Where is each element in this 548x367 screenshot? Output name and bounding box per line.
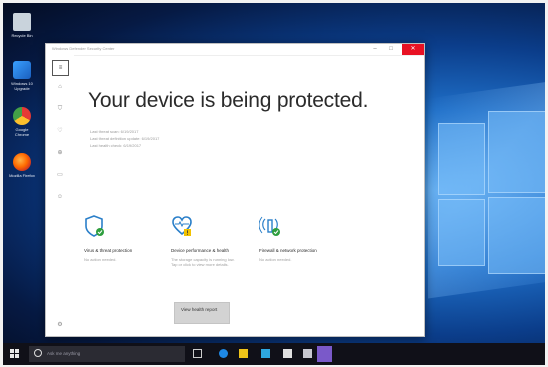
desktop-icon-firefox[interactable]: Mozilla Firefox — [8, 153, 36, 178]
minimize-button[interactable]: – — [368, 44, 382, 55]
taskbar-search-box[interactable]: Ask me anything — [29, 346, 185, 362]
desktop: Recycle Bin Windows 10 Upgrade Google Ch… — [3, 3, 545, 343]
tile-title: Virus & threat protection — [84, 248, 133, 253]
tile-device-performance-health[interactable]: Device performance & health The storage … — [171, 214, 241, 267]
status-line: Last threat definition update: 6/19/2017 — [90, 136, 160, 141]
recycle-bin-icon — [13, 13, 31, 31]
shield-check-icon — [84, 214, 106, 238]
desktop-icon-windows-upgrade[interactable]: Windows 10 Upgrade — [8, 61, 36, 91]
edge-browser-icon[interactable] — [219, 349, 228, 358]
desktop-icon-label: Windows 10 Upgrade — [11, 81, 33, 91]
app-browser-icon[interactable]: ▭ — [55, 171, 65, 179]
task-view-icon[interactable] — [193, 349, 202, 358]
page-title: Your device is being protected. — [88, 89, 369, 112]
wallpaper-pane — [438, 123, 485, 195]
desktop-icon-chrome[interactable]: Google Chrome — [8, 107, 36, 137]
tile-firewall-network-protection[interactable]: Firewall & network protection No action … — [258, 214, 329, 262]
maximize-button[interactable]: □ — [384, 44, 398, 55]
tile-title: Firewall & network protection — [259, 248, 317, 253]
shield-icon[interactable]: ⛉ — [55, 105, 65, 113]
sidebar: ≡ ⌂ ⛉ ♡ ⊕ ▭ ☺ ⚙ — [46, 55, 74, 336]
wireless-check-icon — [258, 214, 281, 238]
firefox-icon — [13, 153, 31, 171]
tile-subtitle: The storage capacity is running low. Tap… — [171, 257, 235, 267]
tile-subtitle: No action needed. — [84, 257, 117, 262]
network-icon[interactable]: ⊕ — [55, 149, 65, 157]
wallpaper-pane — [438, 199, 485, 266]
hamburger-menu-icon[interactable]: ≡ — [52, 60, 69, 76]
desktop-icon-recycle-bin[interactable]: Recycle Bin — [8, 13, 36, 38]
mail-icon[interactable] — [283, 349, 292, 358]
status-line: Last health check: 6/19/2017 — [90, 143, 142, 148]
heart-pulse-warning-icon — [171, 214, 193, 238]
title-bar[interactable]: Windows Defender Security Center – □ ✕ — [46, 44, 424, 56]
security-center-window: Windows Defender Security Center – □ ✕ ≡… — [45, 43, 425, 337]
cloud-icon[interactable] — [303, 349, 312, 358]
store-icon[interactable] — [261, 349, 270, 358]
tile-subtitle: No action needed. — [259, 257, 292, 262]
family-icon[interactable]: ☺ — [55, 193, 65, 201]
window-title: Windows Defender Security Center — [52, 46, 115, 51]
view-health-report-button[interactable]: View health report — [174, 302, 230, 324]
tile-virus-threat-protection[interactable]: Virus & threat protection No action need… — [84, 214, 154, 262]
taskbar: Ask me anything — [3, 343, 545, 365]
wallpaper-pane — [488, 111, 545, 193]
tile-title: Device performance & health — [171, 248, 230, 253]
close-button[interactable]: ✕ — [402, 44, 424, 55]
defender-taskbar-icon[interactable] — [317, 346, 332, 362]
heart-icon[interactable]: ♡ — [55, 127, 65, 135]
status-line: Last threat scan: 6/19/2017 — [90, 129, 139, 134]
wallpaper-pane — [488, 197, 545, 274]
home-icon[interactable]: ⌂ — [55, 83, 65, 91]
settings-gear-icon[interactable]: ⚙ — [55, 321, 65, 329]
file-explorer-icon[interactable] — [239, 349, 248, 358]
windows-upgrade-icon — [13, 61, 31, 79]
chrome-icon — [13, 107, 31, 125]
desktop-icon-label: Google Chrome — [14, 127, 30, 137]
cortana-icon — [34, 349, 42, 357]
desktop-icon-label: Mozilla Firefox — [9, 173, 35, 178]
desktop-icon-label: Recycle Bin — [11, 33, 33, 38]
screenshot-frame: Recycle Bin Windows 10 Upgrade Google Ch… — [0, 0, 548, 367]
start-button[interactable] — [10, 349, 19, 358]
search-placeholder: Ask me anything — [47, 351, 81, 356]
